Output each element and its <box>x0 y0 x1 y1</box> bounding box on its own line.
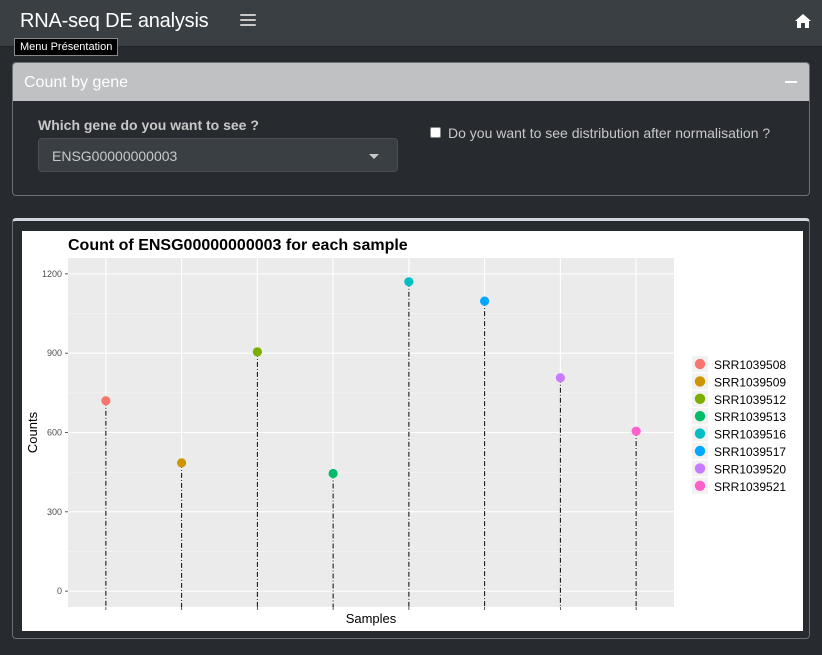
normalisation-label: Do you want to see distribution after no… <box>448 125 771 141</box>
y-tick-label: 300 <box>47 507 62 517</box>
legend-key <box>694 428 706 439</box>
gene-select-label: Which gene do you want to see ? <box>38 117 259 133</box>
y-tick-label: 1200 <box>42 269 62 279</box>
x-axis-label: Samples <box>346 611 397 626</box>
data-point <box>328 468 338 479</box>
legend-label: SRR1039513 <box>714 410 786 424</box>
data-point <box>555 373 565 383</box>
normalisation-checkbox[interactable] <box>430 127 441 138</box>
hamburger-menu-icon[interactable] <box>240 14 256 28</box>
legend-key <box>694 376 706 387</box>
gene-select-dropdown[interactable]: ENSG00000000003 <box>38 138 398 172</box>
count-by-gene-box: Count by gene Which gene do you want to … <box>12 62 810 196</box>
count-plot: 0 300 600 900 1200 Count of ENSG00000000003 f… <box>22 231 803 631</box>
box-header: Count by gene <box>13 63 809 101</box>
data-point <box>480 296 490 306</box>
y-tick-label: 600 <box>47 428 62 438</box>
chart-title: Count of ENSG00000000003 for each sample <box>68 237 408 254</box>
legend-label: SRR1039512 <box>714 393 786 407</box>
data-point <box>101 396 111 406</box>
box-title: Count by gene <box>24 74 129 91</box>
data-point <box>631 426 641 436</box>
y-tick-label: 900 <box>47 348 62 358</box>
legend-label: SRR1039517 <box>714 445 786 459</box>
legend-label: SRR1039516 <box>714 428 786 442</box>
chevron-down-icon <box>369 154 379 159</box>
data-point <box>252 347 262 357</box>
count-chart-svg: 0 300 600 900 1200 Count of ENSG00000000003 f… <box>25 237 786 626</box>
home-icon[interactable] <box>794 13 812 29</box>
legend-label: SRR1039520 <box>714 462 786 476</box>
legend-key <box>694 411 706 422</box>
legend-label: SRR1039508 <box>714 358 786 372</box>
top-navbar: RNA-seq DE analysis <box>0 0 822 47</box>
legend-key <box>694 393 706 404</box>
legend-key <box>694 445 706 457</box>
legend-key <box>694 480 706 491</box>
legend-label: SRR1039521 <box>714 480 786 494</box>
legend-key <box>694 358 706 370</box>
legend-label: SRR1039509 <box>714 375 786 389</box>
menu-tooltip: Menu Présentation <box>14 38 119 56</box>
gene-select-value: ENSG00000000003 <box>52 148 178 164</box>
collapse-minus-icon[interactable] <box>785 81 797 83</box>
legend-key <box>694 463 706 474</box>
data-point <box>177 458 187 468</box>
app-title: RNA-seq DE analysis <box>20 10 209 32</box>
y-tick-label: 0 <box>57 586 62 596</box>
y-axis-label: Counts <box>25 411 40 453</box>
data-point <box>404 277 414 287</box>
